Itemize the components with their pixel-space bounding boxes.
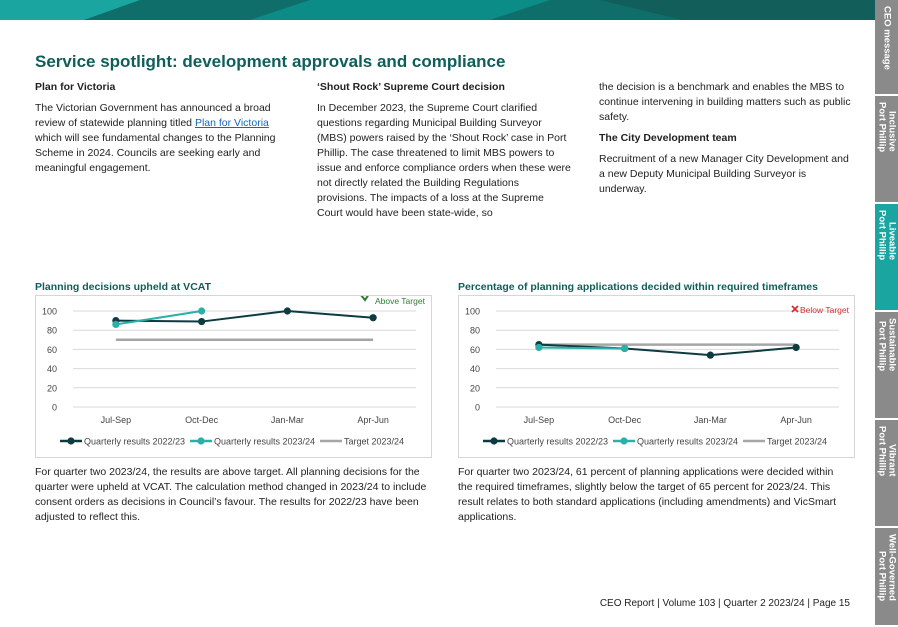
data-point-series-2022-23: [792, 343, 800, 352]
side-tab-label: Liveable Port Phillip: [876, 210, 898, 261]
status-label-below-target: Below Target: [800, 305, 850, 315]
chart-timeframes-svg: 0 20 40 60 80 100 Jul-Sep Oct-Dec Jan-Mar Apr-Jun…: [465, 305, 850, 447]
series-line-series-2023-24: [115, 310, 202, 326]
x-tick-label: Jan-Mar: [694, 415, 727, 425]
chart-caption-vcat: For quarter two 2023/24, the results are…: [35, 466, 427, 523]
section-body: In December 2023, the Supreme Court clar…: [317, 102, 571, 219]
side-tab-label: Vibrant Port Phillip: [876, 426, 898, 477]
chart-title-timeframes: Percentage of planning applications deci…: [458, 281, 818, 293]
x-tick-label: Jul-Sep: [524, 415, 555, 425]
side-tab-label: Inclusive Port Phillip: [876, 102, 898, 153]
side-tab-label: Well-Governed Port Phillip: [876, 534, 898, 601]
x-tick-label: Oct-Dec: [608, 415, 642, 425]
side-tab-label: Sustainable Port Phillip: [876, 318, 898, 372]
legend-label-target-2023-24: Target 2023/24: [767, 437, 827, 447]
data-point-series-2022-23: [198, 317, 206, 326]
side-tab-ceo-message[interactable]: CEO message: [875, 0, 898, 96]
banner-shape: [250, 0, 550, 20]
y-tick-label: 40: [47, 364, 57, 374]
chart-timeframes: 0 20 40 60 80 100 Jul-Sep Oct-Dec Jan-Mar Apr-Jun…: [458, 295, 855, 458]
data-point-series-2023-24: [198, 307, 206, 315]
data-point-series-2023-24: [535, 343, 543, 352]
y-tick-label: 0: [52, 403, 57, 413]
column-plan-for-victoria: Plan for Victoria The Victorian Governme…: [35, 80, 285, 182]
x-tick-label: Oct-Dec: [185, 415, 219, 425]
y-tick-label: 60: [470, 345, 480, 355]
section-body: the decision is a benchmark and enables …: [599, 81, 851, 123]
x-tick-label: Jul-Sep: [101, 415, 132, 425]
series-line-series-2023-24: [538, 346, 625, 350]
section-body: The Victorian Government has announced a…: [35, 101, 285, 176]
legend-label-series-2022-23: Quarterly results 2022/23: [507, 437, 608, 447]
legend-label-series-2023-24: Quarterly results 2023/24: [214, 437, 315, 447]
plan-for-victoria-link[interactable]: Plan for Victoria: [195, 117, 269, 129]
data-point-series-2023-24: [112, 320, 120, 329]
x-tick-label: Apr-Jun: [357, 415, 389, 425]
body-text: which will see fundamental changes to th…: [35, 132, 276, 174]
section-heading: The City Development team: [599, 132, 737, 144]
y-tick-label: 40: [470, 364, 480, 374]
legend-marker-series-2023-24: [620, 437, 628, 445]
side-tab-well-governed[interactable]: Well-Governed Port Phillip: [875, 528, 898, 627]
y-tick-label: 100: [465, 307, 480, 317]
legend-marker-series-2023-24: [197, 437, 205, 445]
legend-marker-series-2022-23: [490, 437, 498, 445]
side-tabs: CEO message Inclusive Port Phillip Livea…: [875, 0, 898, 627]
side-tab-inclusive[interactable]: Inclusive Port Phillip: [875, 96, 898, 204]
x-tick-label: Apr-Jun: [780, 415, 812, 425]
side-tab-sustainable[interactable]: Sustainable Port Phillip: [875, 312, 898, 420]
chart-caption-timeframes: For quarter two 2023/24, 61 percent of p…: [458, 466, 837, 523]
legend-label-target-2023-24: Target 2023/24: [344, 437, 404, 447]
y-tick-label: 20: [47, 383, 57, 393]
series-line-series-2022-23: [115, 309, 374, 323]
section-body: Recruitment of a new Manager City Develo…: [599, 153, 849, 195]
y-tick-label: 60: [47, 345, 57, 355]
status-label-above-target: Above Target: [375, 296, 426, 306]
chart-vcat: 0 20 40 60 80 100 Jul-Sep Oct-Dec Jan-Mar Apr-Jun…: [35, 295, 432, 458]
legend-label-series-2022-23: Quarterly results 2022/23: [84, 437, 185, 447]
section-heading: Plan for Victoria: [35, 81, 116, 93]
check-icon: [360, 296, 369, 302]
side-tab-label: CEO message: [881, 6, 893, 70]
legend-label-series-2023-24: Quarterly results 2023/24: [637, 437, 738, 447]
data-point-series-2023-24: [621, 344, 629, 353]
legend-marker-series-2022-23: [67, 437, 75, 445]
chart-vcat-svg: 0 20 40 60 80 100 Jul-Sep Oct-Dec Jan-Mar Apr-Jun…: [42, 296, 426, 447]
section-heading: ‘Shout Rock’ Supreme Court decision: [317, 81, 505, 93]
y-tick-label: 20: [470, 383, 480, 393]
data-point-series-2022-23: [706, 351, 714, 359]
page-footer: CEO Report | Volume 103 | Quarter 2 2023…: [599, 598, 850, 609]
banner-shape: [600, 0, 875, 20]
chart-title-vcat: Planning decisions upheld at VCAT: [35, 281, 211, 293]
page-title: Service spotlight: development approvals…: [35, 52, 506, 71]
banner-shape: [0, 0, 140, 20]
y-tick-label: 100: [42, 307, 57, 317]
data-point-series-2022-23: [283, 307, 291, 315]
data-point-series-2022-23: [369, 314, 377, 322]
y-tick-label: 80: [470, 326, 480, 336]
side-tab-vibrant[interactable]: Vibrant Port Phillip: [875, 420, 898, 528]
column-city-development: the decision is a benchmark and enables …: [599, 80, 854, 203]
x-tick-label: Jan-Mar: [271, 415, 304, 425]
y-tick-label: 80: [47, 326, 57, 336]
y-tick-label: 0: [475, 403, 480, 413]
side-tab-liveable[interactable]: Liveable Port Phillip: [875, 204, 898, 312]
column-shout-rock: ‘Shout Rock’ Supreme Court decision In D…: [317, 80, 572, 227]
top-banner: [0, 0, 875, 20]
